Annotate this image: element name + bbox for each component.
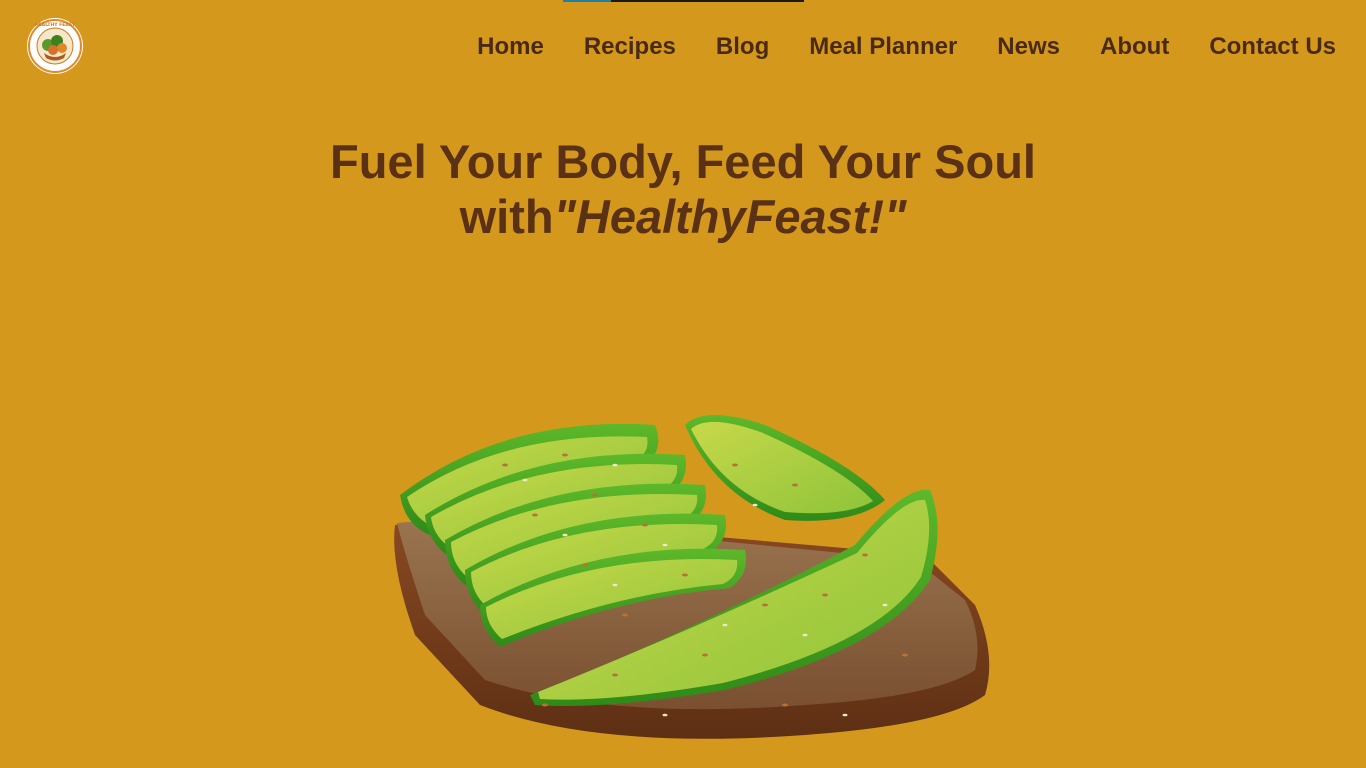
nav-link-home[interactable]: Home bbox=[457, 32, 564, 62]
nav-item-news: News bbox=[977, 32, 1080, 62]
page: HEALTHY FEAST Home Recipes Blog Meal Pla… bbox=[0, 0, 1366, 768]
nav-item-home: Home bbox=[457, 32, 564, 62]
logo-ring-text: HEALTHY FEAST bbox=[35, 22, 76, 28]
nav-link-contact-us[interactable]: Contact Us bbox=[1189, 32, 1336, 62]
main-nav: Home Recipes Blog Meal Planner News Abou… bbox=[457, 32, 1336, 62]
nav-item-meal-planner: Meal Planner bbox=[789, 32, 977, 62]
top-progress-strip bbox=[563, 0, 804, 2]
nav-item-contact-us: Contact Us bbox=[1189, 32, 1336, 62]
top-progress-accent bbox=[563, 0, 611, 2]
vegetable-basket-logo-icon: HEALTHY FEAST bbox=[27, 18, 83, 74]
nav-link-blog[interactable]: Blog bbox=[696, 32, 789, 62]
nav-item-blog: Blog bbox=[696, 32, 789, 62]
nav-item-recipes: Recipes bbox=[564, 32, 696, 62]
nav-link-news[interactable]: News bbox=[977, 32, 1080, 62]
hero-title-line1: Fuel Your Body, Feed Your Soul bbox=[330, 135, 1036, 188]
nav-link-about[interactable]: About bbox=[1080, 32, 1189, 62]
site-logo[interactable]: HEALTHY FEAST bbox=[26, 17, 84, 75]
hero-title-with: with bbox=[459, 190, 554, 243]
nav-link-recipes[interactable]: Recipes bbox=[564, 32, 696, 62]
nav-link-meal-planner[interactable]: Meal Planner bbox=[789, 32, 977, 62]
nav-item-about: About bbox=[1080, 32, 1189, 62]
hero-title: Fuel Your Body, Feed Your Soul with"Heal… bbox=[0, 134, 1366, 244]
avocado-toast-image bbox=[394, 415, 990, 739]
hero-title-brand: "HealthyFeast!" bbox=[553, 190, 907, 243]
